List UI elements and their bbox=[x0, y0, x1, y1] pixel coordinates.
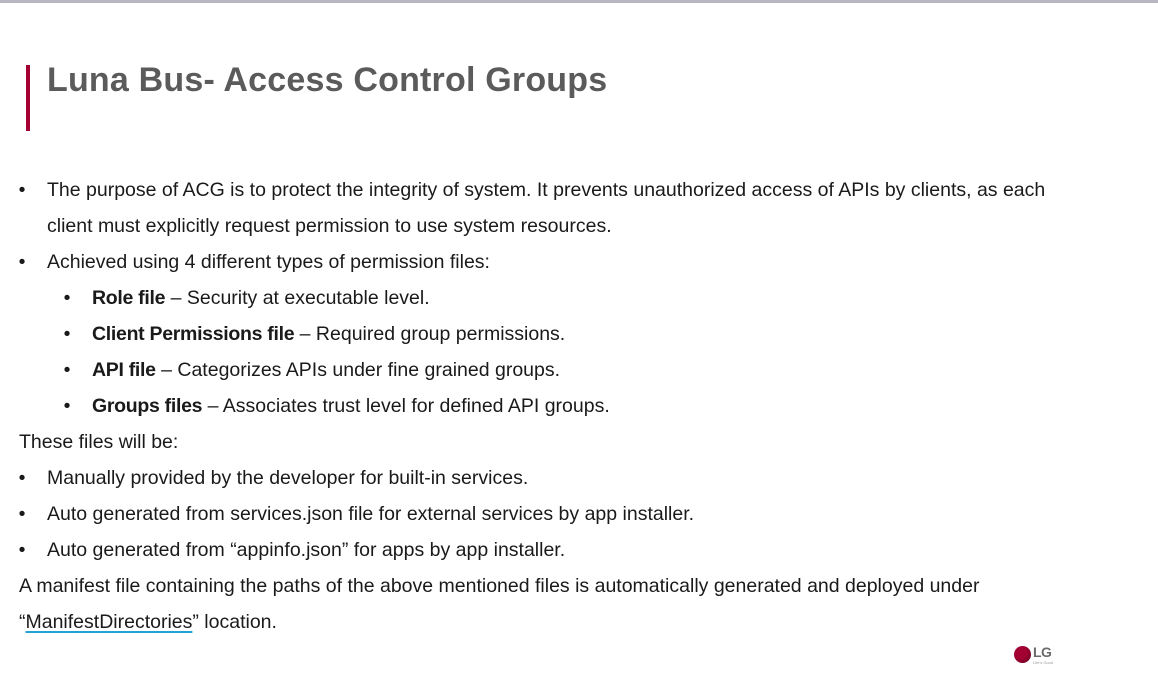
bullet-item-source-appinfo-json: • Auto generated from “appinfo.json” for… bbox=[0, 532, 1120, 568]
bullet-icon: • bbox=[18, 503, 26, 525]
sub-bullet-role-file: • Role file – Security at executable lev… bbox=[0, 280, 1120, 316]
permission-file-name: Client Permissions file bbox=[92, 323, 295, 345]
bullet-icon: • bbox=[18, 539, 26, 561]
bullet-icon: • bbox=[18, 251, 26, 273]
bullet-icon: • bbox=[18, 179, 26, 201]
permission-file-desc: – Associates trust level for defined API… bbox=[202, 395, 610, 417]
bullet-item-source-services-json: • Auto generated from services.json file… bbox=[0, 496, 1120, 532]
lg-logo: LG Life's Good bbox=[1014, 644, 1060, 667]
top-border bbox=[0, 0, 1158, 3]
lg-logo-text: LG bbox=[1033, 644, 1052, 660]
manifest-location-text: ” location. bbox=[192, 611, 277, 633]
bullet-icon: • bbox=[63, 359, 71, 381]
these-files-heading: These files will be: bbox=[0, 424, 1120, 460]
slide-body: • The purpose of ACG is to protect the i… bbox=[0, 172, 1120, 640]
manifest-directories-link[interactable]: ManifestDirectories bbox=[26, 611, 193, 633]
lg-logo-mark-icon bbox=[1014, 646, 1031, 663]
source-text: Auto generated from services.json file f… bbox=[47, 503, 695, 525]
manifest-paragraph-line1: A manifest file containing the paths of … bbox=[0, 568, 1120, 604]
purpose-text-line2: client must explicitly request permissio… bbox=[47, 215, 612, 237]
lg-logo-tagline: Life's Good bbox=[1033, 660, 1054, 665]
bullet-item-purpose: • The purpose of ACG is to protect the i… bbox=[0, 172, 1120, 208]
slide-title: Luna Bus- Access Control Groups bbox=[47, 61, 608, 99]
bullet-item-source-manual: • Manually provided by the developer for… bbox=[0, 460, 1120, 496]
permission-file-desc: – Required group permissions. bbox=[294, 323, 566, 345]
permission-file-desc: – Security at executable level. bbox=[165, 287, 430, 309]
bullet-icon: • bbox=[63, 287, 71, 309]
these-files-text: These files will be: bbox=[19, 431, 179, 453]
title-accent-bar bbox=[26, 65, 30, 131]
sub-bullet-groups-files: • Groups files – Associates trust level … bbox=[0, 388, 1120, 424]
source-text: Auto generated from “appinfo.json” for a… bbox=[47, 539, 566, 561]
permission-file-name: Role file bbox=[92, 287, 166, 309]
sub-bullet-client-permissions-file: • Client Permissions file – Required gro… bbox=[0, 316, 1120, 352]
achieved-text: Achieved using 4 different types of perm… bbox=[47, 251, 490, 273]
bullet-item-purpose-continued: client must explicitly request permissio… bbox=[0, 208, 1120, 244]
permission-file-name: Groups files bbox=[92, 395, 203, 417]
bullet-icon: • bbox=[63, 395, 71, 417]
bullet-icon: • bbox=[63, 323, 71, 345]
bullet-item-achieved: • Achieved using 4 different types of pe… bbox=[0, 244, 1120, 280]
sub-bullet-api-file: • API file – Categorizes APIs under fine… bbox=[0, 352, 1120, 388]
manifest-paragraph-line2: “ManifestDirectories” location. bbox=[0, 604, 1120, 640]
source-text: Manually provided by the developer for b… bbox=[47, 467, 529, 489]
purpose-text-line1: The purpose of ACG is to protect the int… bbox=[47, 179, 1046, 201]
bullet-icon: • bbox=[18, 467, 26, 489]
permission-file-desc: – Categorizes APIs under fine grained gr… bbox=[155, 359, 561, 381]
manifest-text-line1: A manifest file containing the paths of … bbox=[19, 575, 980, 597]
permission-file-name: API file bbox=[92, 359, 156, 381]
